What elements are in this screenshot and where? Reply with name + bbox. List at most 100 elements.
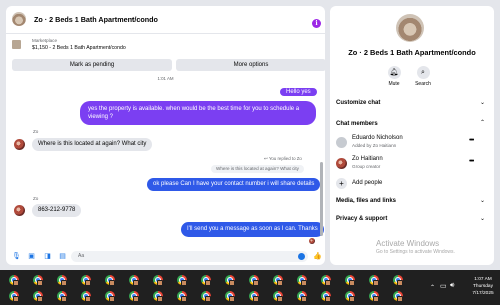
message-incoming[interactable]: 863-212-9778 — [32, 204, 82, 217]
chrome-taskbar-icon[interactable] — [32, 290, 44, 302]
scrollbar[interactable] — [320, 80, 323, 246]
mute-button[interactable]: 🔔︎ Mute — [379, 66, 409, 87]
chrome-taskbar-icon[interactable] — [8, 290, 20, 302]
privacy-support[interactable]: Privacy & support — [336, 216, 387, 222]
chrome-taskbar-icon[interactable] — [368, 290, 380, 302]
profile-icon — [397, 280, 403, 286]
sender-name: Zo — [33, 196, 39, 201]
more-icon[interactable]: ••• — [469, 158, 474, 165]
add-people[interactable]: Add people — [352, 180, 382, 186]
chrome-taskbar-icon[interactable] — [8, 274, 20, 286]
chrome-taskbar-icon[interactable] — [320, 290, 332, 302]
group-avatar[interactable] — [12, 12, 26, 26]
chrome-taskbar-icon[interactable] — [104, 274, 116, 286]
profile-icon — [373, 296, 379, 302]
read-receipt-avatar — [309, 238, 315, 244]
like-icon[interactable]: 👍 — [313, 253, 322, 260]
emoji-icon[interactable] — [298, 253, 305, 260]
gif-icon[interactable]: ▤ — [59, 253, 66, 260]
chevron-down-icon[interactable]: ⌄ — [480, 215, 485, 222]
chevron-down-icon[interactable]: ⌄ — [130, 14, 136, 22]
chrome-taskbar-icon[interactable] — [80, 274, 92, 286]
chevron-down-icon[interactable]: ⌄ — [480, 197, 485, 204]
message-outgoing[interactable]: ok please Can I have your contact number… — [147, 178, 321, 191]
chrome-taskbar-icon[interactable] — [296, 274, 308, 286]
chrome-taskbar-icon[interactable] — [296, 290, 308, 302]
contact-avatar[interactable] — [14, 205, 25, 216]
chat-members-header[interactable]: Chat members — [336, 121, 378, 127]
profile-icon — [277, 280, 283, 286]
profile-icon — [253, 296, 259, 302]
more-icon[interactable]: ••• — [469, 137, 474, 144]
message-outgoing[interactable]: Hello yes — [280, 88, 317, 96]
chrome-taskbar-icon[interactable] — [200, 274, 212, 286]
chevron-up-icon[interactable]: ⌃ — [430, 284, 435, 291]
chrome-taskbar-icon[interactable] — [176, 274, 188, 286]
watermark-subtitle: Go to Settings to activate Windows. — [376, 249, 455, 255]
chrome-taskbar-icon[interactable] — [152, 274, 164, 286]
reply-quote[interactable]: Where is this located at again? What cit… — [211, 165, 304, 173]
profile-icon — [301, 296, 307, 302]
chrome-taskbar-icon[interactable] — [56, 274, 68, 286]
message-outgoing[interactable]: yes the property is available. when woul… — [80, 101, 316, 125]
info-icon[interactable]: i — [312, 19, 321, 28]
chrome-taskbar-icon[interactable] — [392, 290, 404, 302]
chrome-taskbar-icon[interactable] — [248, 274, 260, 286]
chrome-taskbar-icon[interactable] — [344, 274, 356, 286]
member-name[interactable]: Zo Haitiann — [352, 156, 383, 162]
chrome-taskbar-icon[interactable] — [344, 290, 356, 302]
chrome-taskbar-icon[interactable] — [392, 274, 404, 286]
chat-title[interactable]: Zo · 2 Beds 1 Bath Apartment/condo — [34, 15, 158, 24]
taskbar-clock[interactable]: 1:07 AM Thursday 7/17/2025 — [468, 276, 498, 297]
chrome-taskbar-icon[interactable] — [176, 290, 188, 302]
more-options-button[interactable]: More options — [176, 59, 325, 71]
activate-windows-watermark: Activate Windows Go to Settings to activ… — [376, 239, 455, 255]
chevron-up-icon[interactable]: ⌃ — [480, 119, 485, 126]
chrome-taskbar-icon[interactable] — [224, 290, 236, 302]
volume-icon[interactable]: 🔊︎ — [450, 282, 454, 290]
chrome-taskbar-icon[interactable] — [32, 274, 44, 286]
bell-icon: 🔔︎ — [387, 66, 401, 79]
chrome-taskbar-icon[interactable] — [248, 290, 260, 302]
chrome-taskbar-icon[interactable] — [56, 290, 68, 302]
chrome-taskbar-icon[interactable] — [368, 274, 380, 286]
profile-icon — [109, 280, 115, 286]
member-name[interactable]: Eduardo Nicholson — [352, 135, 403, 141]
marketplace-label: Marketplace — [32, 38, 58, 43]
scrollbar-thumb[interactable] — [320, 162, 323, 236]
chrome-taskbar-icon[interactable] — [272, 290, 284, 302]
contact-avatar[interactable] — [14, 139, 25, 150]
chrome-taskbar-icon[interactable] — [224, 274, 236, 286]
marketplace-listing[interactable]: Marketplace $1,150 - 2 Beds 1 Bath Apart… — [12, 38, 312, 54]
add-person-icon[interactable]: + — [336, 178, 347, 189]
chrome-taskbar-icon[interactable] — [104, 290, 116, 302]
member-avatar[interactable] — [336, 137, 347, 148]
search-button[interactable]: ⌕ Search — [408, 66, 438, 87]
chrome-taskbar-icon[interactable] — [128, 290, 140, 302]
chrome-taskbar-icon[interactable] — [272, 274, 284, 286]
message-outgoing[interactable]: I'll send you a message as soon as I can… — [181, 222, 324, 237]
profile-icon — [397, 296, 403, 302]
customize-chat[interactable]: Customize chat — [336, 100, 380, 106]
group-avatar-large[interactable] — [396, 14, 424, 42]
chrome-taskbar-icon[interactable] — [80, 290, 92, 302]
chrome-taskbar-icon[interactable] — [128, 274, 140, 286]
media-files-links[interactable]: Media, files and links — [336, 198, 396, 204]
member-avatar[interactable] — [336, 158, 347, 169]
message-input[interactable]: Aa — [71, 251, 308, 262]
profile-icon — [325, 280, 331, 286]
microphone-icon[interactable]: 🎙 — [12, 253, 21, 260]
profile-icon — [157, 280, 163, 286]
network-icon[interactable]: ▭ — [440, 282, 447, 290]
message-timestamp: 1:01 AM — [157, 76, 174, 81]
message-incoming[interactable]: Where is this located at again? What cit… — [32, 138, 153, 151]
chevron-down-icon[interactable]: ⌄ — [480, 99, 485, 106]
details-panel: Zo · 2 Beds 1 Bath Apartment/condo 🔔︎ Mu… — [330, 6, 494, 265]
photo-icon[interactable]: ▣ — [28, 253, 35, 260]
profile-icon — [181, 280, 187, 286]
chrome-taskbar-icon[interactable] — [152, 290, 164, 302]
mark-as-pending-button[interactable]: Mark as pending — [12, 59, 172, 71]
chrome-taskbar-icon[interactable] — [320, 274, 332, 286]
chrome-taskbar-icon[interactable] — [200, 290, 212, 302]
sticker-icon[interactable]: ◨ — [44, 253, 51, 260]
